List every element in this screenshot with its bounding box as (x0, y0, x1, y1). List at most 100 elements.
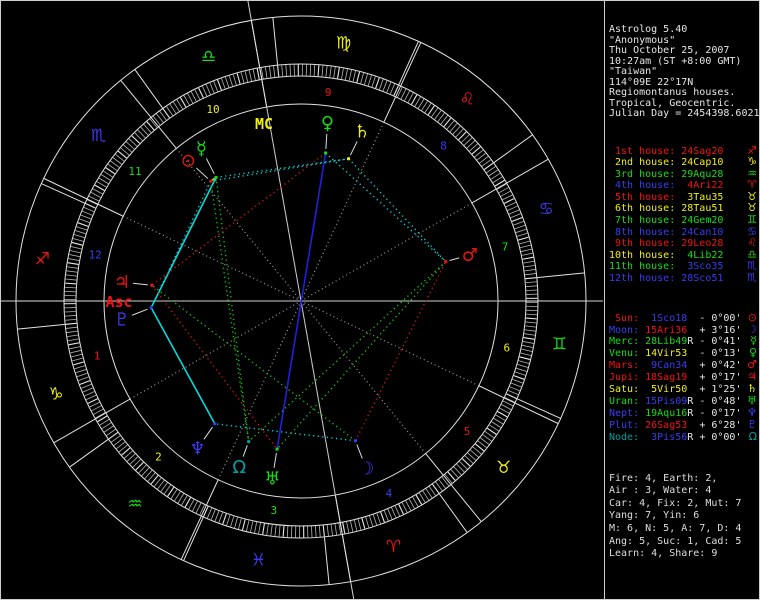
degree-tick (321, 65, 324, 77)
degree-tick (228, 75, 233, 87)
wheel-sign-glyph-aries: ♈ (386, 537, 401, 557)
degree-tick (352, 70, 356, 82)
degree-tick (76, 372, 88, 378)
degree-tick (488, 169, 499, 177)
degree-tick (417, 98, 425, 109)
wheel-sign-glyph-aquarius: ♒ (127, 495, 142, 515)
degree-tick (369, 515, 374, 527)
degree-tick (513, 375, 525, 380)
degree-tick (346, 521, 350, 533)
degree-tick (525, 277, 537, 280)
degree-tick (270, 524, 273, 536)
element-tally-stats: Fire: 4, Earth: 2, Air : 3, Water: 4 Car: … (609, 473, 757, 561)
degree-tick (514, 224, 526, 230)
stat-line-0: Fire: 4, Earth: 2, (609, 472, 718, 484)
degree-tick (71, 241, 83, 246)
degree-tick (419, 492, 426, 503)
house-row-1st: 1st house: 24Sag20 ♐ (609, 143, 757, 157)
degree-tick (77, 222, 89, 227)
stat-line-5: Ang: 5, Suc: 1, Cad: 5 (609, 535, 742, 547)
degree-tick (194, 89, 201, 100)
astrolog-window: ♈ ♉ ♊ ♋ ♌ ♍ ♎ ♏ ♐ ♑ ♒ ♓ 1 2 3 4 5 6 7 8 9 10 11 12 ⊙ ☽ ☿ ♀ ♂ ♃ ♄ ♅ ♆ ♇ Ω MC… (0, 0, 760, 600)
degree-tick (516, 367, 527, 372)
degree-tick (80, 214, 92, 220)
degree-tick (382, 80, 388, 92)
degree-tick (510, 213, 521, 219)
degree-tick (524, 329, 536, 332)
house-cusp-line-6 (478, 385, 559, 425)
degree-tick (173, 101, 180, 112)
stat-line-6: Learn: 4, Share: 9 (609, 548, 718, 560)
info-sidebar: Astrolog 5.40 "Anonymous" Thu October 25, … (609, 4, 759, 582)
degree-tick (342, 522, 346, 534)
house-row-9th: 9th house: 29Leo28 ♌ (609, 236, 757, 250)
degree-tick (198, 87, 204, 98)
aspect-line-merc-satu (215, 158, 349, 179)
house-cusp-line-4 (334, 494, 352, 582)
degree-tick (389, 83, 396, 95)
degree-tick (526, 313, 538, 316)
degree-tick (524, 273, 536, 276)
degree-tick (244, 71, 249, 82)
degree-tick (209, 82, 215, 94)
angle-label-asc: Asc (105, 293, 132, 311)
wheel-house-number-9: 9 (325, 86, 332, 99)
degree-tick (64, 286, 76, 289)
wheel-sign-glyph-sagittarius: ♐ (35, 250, 50, 270)
degree-tick (495, 414, 506, 421)
degree-tick (87, 199, 98, 205)
house-cusp-line-3 (180, 479, 219, 560)
degree-tick (421, 100, 428, 111)
wheel-planet-glyph-moon: ☽ (358, 459, 374, 480)
degree-tick (313, 64, 316, 76)
planet-pointer-node (242, 445, 248, 457)
degree-tick (285, 64, 287, 76)
degree-tick (85, 203, 96, 209)
house-spoke-12 (122, 215, 302, 302)
planet-dot-plut (149, 306, 153, 310)
degree-tick (84, 391, 95, 397)
degree-tick (177, 493, 185, 504)
sign-boundary (536, 272, 585, 279)
house-row-2nd: 2nd house: 24Cap10 ♑ (609, 155, 757, 169)
degree-tick (493, 417, 504, 425)
degree-tick (361, 517, 366, 529)
degree-tick (224, 76, 230, 88)
degree-tick (407, 92, 414, 103)
degree-tick (65, 322, 77, 325)
degree-tick (329, 66, 332, 78)
wheel-house-number-11: 11 (128, 165, 141, 178)
degree-tick (91, 405, 102, 412)
house-cusp-table: 1st house: 24Sag20 ♐ 2nd house: 24Cap10 ♑ … (609, 143, 757, 285)
planet-row-jupi: Jupi: 18Sag19 + 0°17' ♃ (609, 370, 757, 384)
house-row-8th: 8th house: 24Can10 ♋ (609, 224, 757, 238)
degree-tick (93, 408, 104, 415)
degree-tick (79, 218, 90, 224)
degree-tick (64, 311, 76, 313)
planet-pointer-mars (449, 257, 460, 262)
wheel-house-number-5: 5 (464, 425, 471, 438)
aspect-line-plut-nept (150, 307, 216, 425)
stat-line-1: Air : 3, Water: 4 (609, 485, 712, 497)
chart-header: Astrolog 5.40 "Anonymous" Thu October 25, … (609, 24, 759, 120)
sign-boundary (41, 183, 86, 204)
degree-tick (521, 252, 533, 256)
degree-tick (333, 66, 336, 78)
degree-tick (505, 201, 517, 208)
degree-tick (400, 88, 407, 100)
planet-pointer-merc (205, 158, 215, 175)
degree-tick (274, 525, 277, 537)
wheel-sign-glyph-gemini: ♊ (552, 334, 567, 354)
degree-tick (64, 315, 76, 317)
degree-tick (90, 192, 101, 198)
degree-tick (356, 71, 361, 83)
wheel-planet-glyph-plut: ♇ (114, 309, 130, 330)
degree-tick (264, 67, 268, 79)
planet-row-plut: Plut: 26Sag53 + 6°28' ♇ (609, 417, 757, 431)
wheel-planet-glyph-mars: ♂ (462, 245, 478, 266)
planet-row-nept: Nept: 19Aqu16 R - 0°17' ♆ (609, 405, 757, 419)
degree-tick (201, 85, 208, 97)
degree-tick (425, 488, 433, 499)
degree-tick (278, 525, 281, 537)
degree-tick (174, 491, 181, 502)
